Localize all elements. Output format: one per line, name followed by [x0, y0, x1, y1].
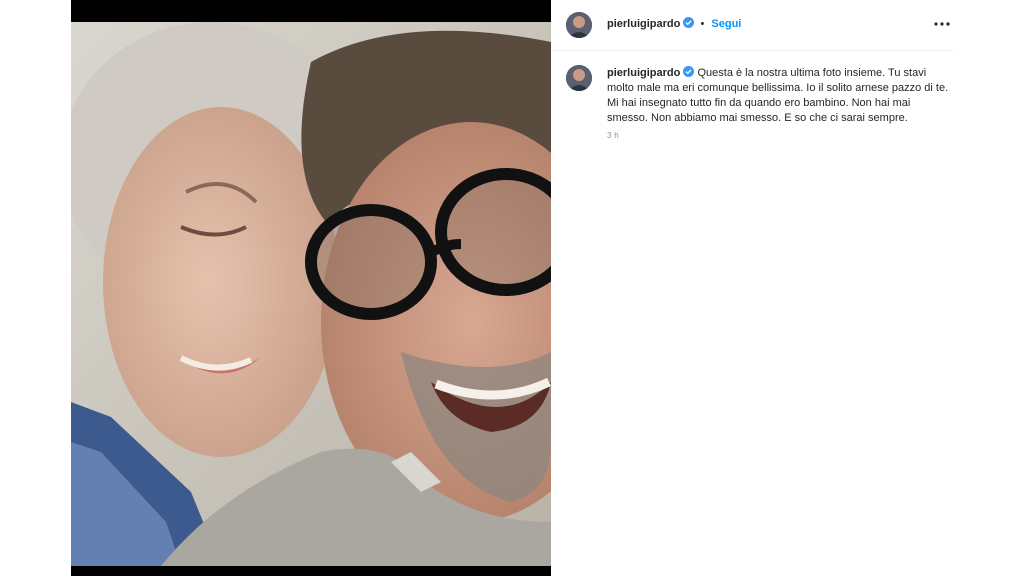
post-timestamp[interactable]: 3 h: [607, 131, 619, 140]
post-image-frame: [71, 0, 551, 576]
post-photo[interactable]: [71, 22, 551, 566]
caption-author-avatar[interactable]: [566, 65, 592, 91]
more-options-icon[interactable]: [930, 14, 954, 34]
author-username[interactable]: pierluigipardo: [607, 18, 680, 30]
caption-verified-badge-icon: [683, 66, 695, 77]
post-sidebar: pierluigipardo • Segui pierluigipardo Qu: [551, 0, 954, 576]
post-caption: pierluigipardo Questa è la nostra ultima…: [607, 66, 952, 126]
author-avatar[interactable]: [566, 12, 592, 38]
verified-badge-icon: [683, 17, 695, 28]
post-header: pierluigipardo • Segui: [551, 0, 954, 51]
header-row: pierluigipardo • Segui: [607, 17, 741, 31]
follow-button[interactable]: Segui: [711, 18, 741, 30]
separator-dot: •: [700, 18, 705, 30]
caption-username[interactable]: pierluigipardo: [607, 67, 680, 79]
